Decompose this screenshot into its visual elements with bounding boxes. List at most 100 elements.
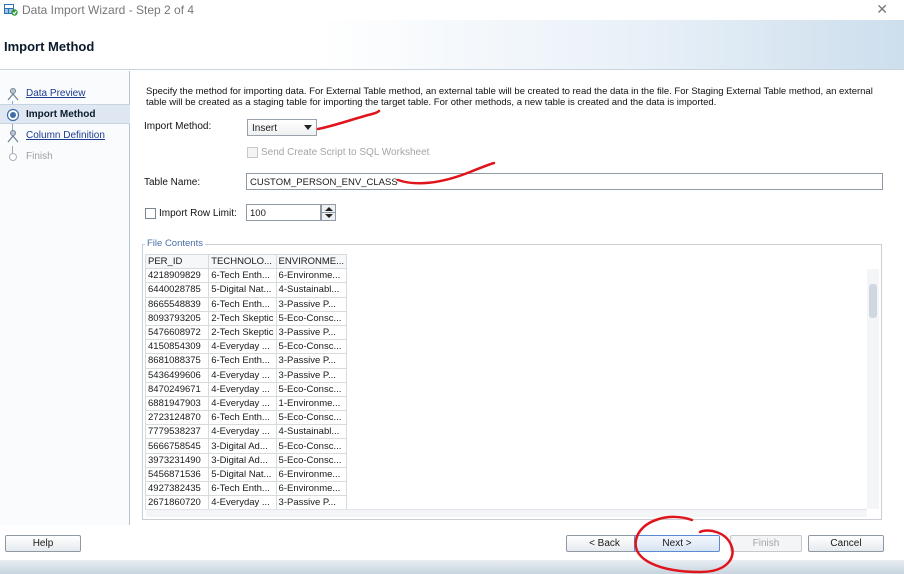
next-button[interactable]: Next > [634,535,720,552]
table-cell: 5-Digital Nat... [208,466,277,483]
nav-item-import-method[interactable]: Import Method [0,104,130,124]
table-row[interactable]: 5436499606 4-Everyday ... 3-Passive P... [144,367,348,383]
grid-header-row: PER_ID TECHNOLO... ENVIRONME... [144,253,348,270]
table-cell: 3-Passive P... [275,495,348,511]
table-cell: 3-Passive P... [275,367,348,383]
nav-label: Column Definition [26,130,105,141]
table-row[interactable]: 4218909829 6-Tech Enth... 6-Environme... [144,268,348,284]
current-step-icon [6,108,20,122]
table-cell: 5476608972 [144,324,210,341]
wizard-footer: Help < Back Next > Finish Cancel [0,526,904,560]
vertical-scrollbar[interactable] [867,269,879,509]
step-title: Import Method [4,39,95,54]
column-header[interactable]: PER_ID [144,253,210,270]
table-cell: 8665548839 [144,296,210,312]
table-row[interactable]: 6881947903 4-Everyday ... 1-Environme... [144,395,348,412]
table-cell: 5-Eco-Consc... [275,381,348,397]
import-method-panel: Specify the method for importing data. F… [131,71,891,525]
table-cell: 4-Sustainabl... [275,424,348,440]
completed-step-icon [7,88,19,101]
table-cell: 6-Environme... [275,466,348,483]
table-row[interactable]: 5476608972 2-Tech Skeptic 3-Passive P... [144,324,348,341]
row-limit-spinner[interactable] [321,204,336,221]
window-title: Data Import Wizard - Step 2 of 4 [22,3,195,17]
table-cell: 2-Tech Skeptic [208,310,277,326]
table-cell: 6-Tech Enth... [208,353,277,369]
table-cell: 8093793205 [144,310,210,326]
row-limit-input[interactable]: 100 [246,204,321,221]
table-row[interactable]: 8470249671 4-Everyday ... 5-Eco-Consc... [144,381,348,397]
send-script-label: Send Create Script to SQL Worksheet [261,147,430,158]
file-contents-legend: File Contents [145,238,205,249]
table-cell: 6881947903 [144,395,210,412]
table-cell: 3-Passive P... [275,296,348,312]
table-cell: 5-Eco-Consc... [275,452,348,468]
table-cell: 8681088375 [144,353,210,369]
table-row[interactable]: 2671860720 4-Everyday ... 3-Passive P... [144,495,348,511]
window-titlebar: Data Import Wizard - Step 2 of 4 ✕ [0,0,904,20]
table-name-label: Table Name: [144,177,201,188]
row-limit-checkbox[interactable] [145,208,156,219]
inactive-step-icon [9,153,17,161]
table-cell: 5-Eco-Consc... [275,310,348,326]
chevron-down-icon [304,125,312,130]
file-preview-grid[interactable]: PER_ID TECHNOLO... ENVIRONME... 42189098… [144,253,348,511]
send-script-checkbox[interactable] [247,147,258,158]
wizard-step-nav: Data Preview Import Method Column Defini… [0,71,130,525]
nav-label: Import Method [26,109,96,120]
table-cell: 1-Environme... [275,395,348,412]
table-cell: 5-Eco-Consc... [275,339,348,355]
table-cell: 4218909829 [144,268,210,284]
table-cell: 6-Environme... [275,268,348,284]
table-cell: 4150854309 [144,339,210,355]
table-row[interactable]: 5666758545 3-Digital Ad... 5-Eco-Consc... [144,438,348,454]
table-cell: 5-Eco-Consc... [275,438,348,454]
column-header[interactable]: TECHNOLO... [208,253,277,270]
grid-body: 4218909829 6-Tech Enth... 6-Environme... 64… [144,268,348,511]
nav-item-data-preview[interactable]: Data Preview [0,84,130,104]
table-cell: 5-Digital Nat... [208,282,277,298]
table-cell: 3-Digital Ad... [208,438,277,454]
table-cell: 4-Sustainabl... [275,282,348,298]
spinner-up-icon[interactable] [325,207,333,211]
spinner-down-icon[interactable] [325,214,333,218]
table-row[interactable]: 7779538237 4-Everyday ... 4-Sustainabl... [144,424,348,440]
pending-step-icon [7,130,19,143]
table-row[interactable]: 3973231490 3-Digital Ad... 5-Eco-Consc... [144,452,348,468]
table-row[interactable]: 4150854309 4-Everyday ... 5-Eco-Consc... [144,339,348,355]
table-row[interactable]: 5456871536 5-Digital Nat... 6-Environme... [144,466,348,483]
file-contents-group: File Contents PER_ID TECHNOLO... ENVIRON… [142,238,882,520]
table-row[interactable]: 8093793205 2-Tech Skeptic 5-Eco-Consc... [144,310,348,326]
table-cell: 5-Eco-Consc... [275,410,348,426]
table-row[interactable]: 4927382435 6-Tech Enth... 6-Environme... [144,480,348,497]
import-method-dropdown[interactable]: Insert [247,119,317,136]
table-cell: 6-Tech Enth... [208,296,277,312]
scrollbar-thumb[interactable] [869,284,877,318]
table-cell: 4-Everyday ... [208,495,277,511]
table-row[interactable]: 6440028785 5-Digital Nat... 4-Sustainabl..… [144,282,348,298]
table-cell: 8470249671 [144,381,210,397]
table-cell: 4-Everyday ... [208,395,277,412]
table-row[interactable]: 2723124870 6-Tech Enth... 5-Eco-Consc... [144,410,348,426]
nav-label: Finish [26,151,53,162]
table-name-input[interactable]: CUSTOM_PERSON_ENV_CLASS [246,173,883,190]
table-cell: 2671860720 [144,495,210,511]
table-row[interactable]: 8665548839 6-Tech Enth... 3-Passive P... [144,296,348,312]
nav-label: Data Preview [26,88,86,99]
table-cell: 4-Everyday ... [208,424,277,440]
table-cell: 6-Environme... [275,480,348,497]
table-cell: 7779538237 [144,424,210,440]
finish-button[interactable]: Finish [730,535,802,552]
cancel-button[interactable]: Cancel [808,535,884,552]
help-button[interactable]: Help [5,535,81,552]
horizontal-scrollbar[interactable] [146,509,867,517]
nav-item-column-definition[interactable]: Column Definition [0,126,130,146]
table-cell: 5666758545 [144,438,210,454]
close-icon[interactable]: ✕ [876,1,888,18]
instructions-text: Specify the method for importing data. F… [146,86,873,108]
column-header[interactable]: ENVIRONME... [275,253,348,270]
table-row[interactable]: 8681088375 6-Tech Enth... 3-Passive P... [144,353,348,369]
taskbar-strip [0,560,904,574]
table-cell: 4-Everyday ... [208,339,277,355]
back-button[interactable]: < Back [566,535,643,552]
